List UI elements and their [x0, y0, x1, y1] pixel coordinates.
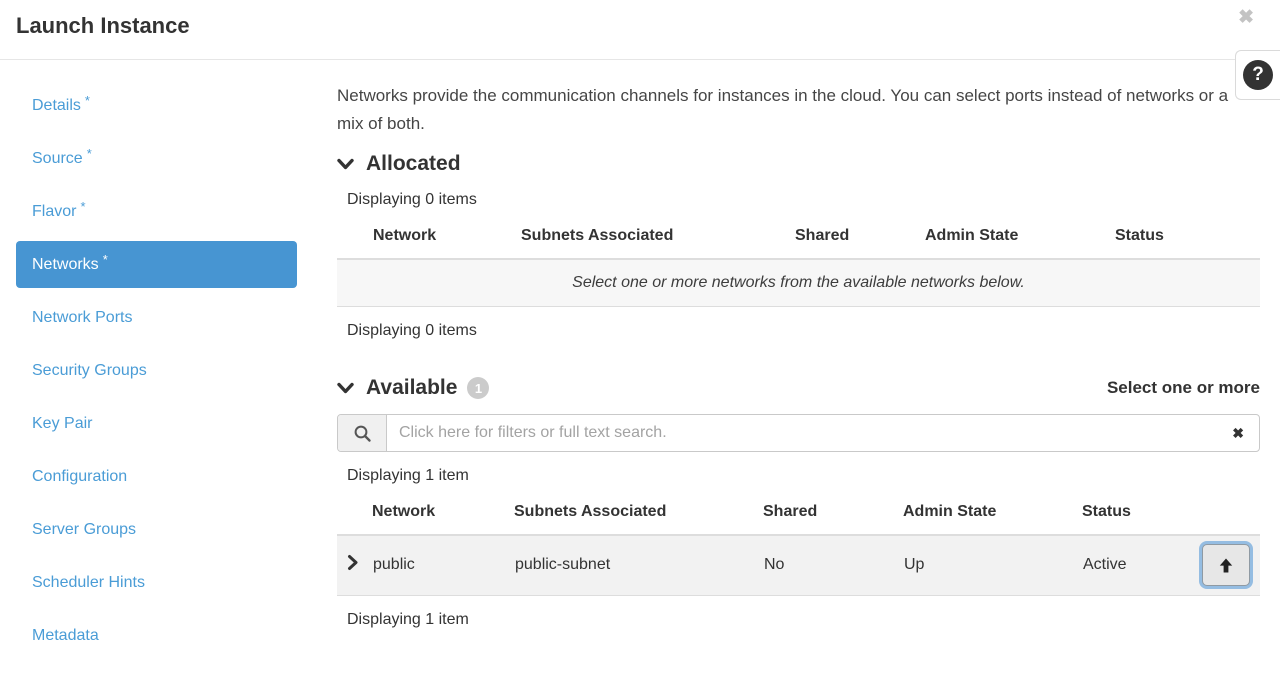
required-asterisk: *: [103, 252, 108, 267]
arrow-up-icon: [1218, 557, 1234, 574]
networks-description: Networks provide the communication chann…: [337, 82, 1242, 138]
sidebar-item-label: Server Groups: [32, 521, 136, 538]
sidebar-item-key-pair[interactable]: Key Pair: [16, 400, 297, 447]
allocated-title: Allocated: [366, 152, 461, 176]
sidebar-item-label: Key Pair: [32, 415, 92, 432]
cell-network: public: [372, 535, 514, 595]
sidebar-item-label: Security Groups: [32, 362, 147, 379]
available-title: Available: [366, 376, 457, 400]
sidebar-item-label: Network Ports: [32, 309, 132, 326]
allocated-section-header: Allocated: [337, 152, 1260, 176]
cell-admin-state: Up: [903, 535, 1082, 595]
sidebar-item-label: Source: [32, 150, 83, 167]
sidebar-item-label: Configuration: [32, 468, 127, 485]
available-count-top: Displaying 1 item: [337, 467, 1260, 485]
search-bar: ✖: [337, 414, 1260, 452]
dialog-body: Details * Source * Flavor * Networks * Netwo…: [0, 60, 1280, 665]
required-asterisk: *: [80, 199, 85, 214]
column-header-shared: Shared: [763, 495, 903, 535]
sidebar-item-flavor[interactable]: Flavor *: [16, 188, 297, 235]
allocated-count-bottom: Displaying 0 items: [337, 322, 1260, 340]
wizard-sidebar: Details * Source * Flavor * Networks * Netwo…: [16, 82, 297, 665]
dialog-header: Launch Instance ✖: [0, 0, 1280, 60]
allocated-count-top: Displaying 0 items: [337, 191, 1260, 209]
networks-step-panel: Networks provide the communication chann…: [337, 82, 1260, 665]
column-header-admin-state: Admin State: [903, 495, 1082, 535]
required-asterisk: *: [87, 146, 92, 161]
sidebar-item-metadata[interactable]: Metadata: [16, 612, 297, 659]
chevron-down-icon[interactable]: [337, 157, 354, 171]
sidebar-item-label: Details: [32, 97, 81, 114]
help-button[interactable]: ?: [1235, 50, 1280, 100]
sidebar-item-configuration[interactable]: Configuration: [16, 453, 297, 500]
cell-subnets-associated: public-subnet: [514, 535, 763, 595]
column-header-subnets-associated: Subnets Associated: [514, 495, 763, 535]
sidebar-item-details[interactable]: Details *: [16, 82, 297, 129]
expander-cell: [337, 535, 372, 595]
action-cell: [1196, 535, 1260, 595]
allocated-empty-row: Select one or more networks from the ava…: [337, 259, 1260, 307]
column-header-status: Status: [1082, 495, 1196, 535]
sidebar-item-label: Scheduler Hints: [32, 574, 145, 591]
search-icon: [338, 415, 387, 451]
cell-status: Active: [1082, 535, 1196, 595]
question-icon: ?: [1243, 60, 1273, 90]
allocated-table-header-row: Network Subnets Associated Shared Admin …: [337, 219, 1260, 259]
column-header-shared: Shared: [795, 219, 925, 259]
expander-column-header: [337, 495, 372, 535]
sidebar-item-security-groups[interactable]: Security Groups: [16, 347, 297, 394]
close-icon[interactable]: ✖: [1238, 8, 1254, 27]
sidebar-item-network-ports[interactable]: Network Ports: [16, 294, 297, 341]
available-title-group: Available 1: [337, 376, 489, 400]
allocate-network-button[interactable]: [1202, 544, 1250, 586]
allocated-table: Network Subnets Associated Shared Admin …: [337, 219, 1260, 307]
empty-state-message: Select one or more networks from the ava…: [337, 259, 1260, 307]
available-table-header-row: Network Subnets Associated Shared Admin …: [337, 495, 1260, 535]
sidebar-item-server-groups[interactable]: Server Groups: [16, 506, 297, 553]
table-row-public-network: public public-subnet No Up Active: [337, 535, 1260, 595]
column-header-admin-state: Admin State: [925, 219, 1115, 259]
required-asterisk: *: [85, 93, 90, 108]
column-header-subnets-associated: Subnets Associated: [521, 219, 795, 259]
column-header-network: Network: [372, 495, 514, 535]
chevron-down-icon[interactable]: [337, 381, 354, 395]
column-header-status: Status: [1115, 219, 1260, 259]
sidebar-item-label: Flavor: [32, 203, 76, 220]
sidebar-item-scheduler-hints[interactable]: Scheduler Hints: [16, 559, 297, 606]
sidebar-item-networks[interactable]: Networks *: [16, 241, 297, 288]
cell-shared: No: [763, 535, 903, 595]
available-count-badge: 1: [467, 377, 489, 399]
search-clear-icon[interactable]: ✖: [1217, 415, 1259, 451]
column-header-network: Network: [337, 219, 521, 259]
select-hint-label: Select one or more: [1107, 378, 1260, 398]
sidebar-item-label: Networks: [32, 256, 99, 273]
chevron-right-icon[interactable]: [347, 554, 358, 571]
available-table: Network Subnets Associated Shared Admin …: [337, 495, 1260, 596]
search-input[interactable]: [387, 415, 1217, 451]
available-count-bottom: Displaying 1 item: [337, 611, 1260, 629]
action-column-header: [1196, 495, 1260, 535]
dialog-title: Launch Instance: [16, 13, 190, 38]
sidebar-item-label: Metadata: [32, 627, 99, 644]
sidebar-item-source[interactable]: Source *: [16, 135, 297, 182]
available-section-header: Available 1 Select one or more: [337, 376, 1260, 400]
